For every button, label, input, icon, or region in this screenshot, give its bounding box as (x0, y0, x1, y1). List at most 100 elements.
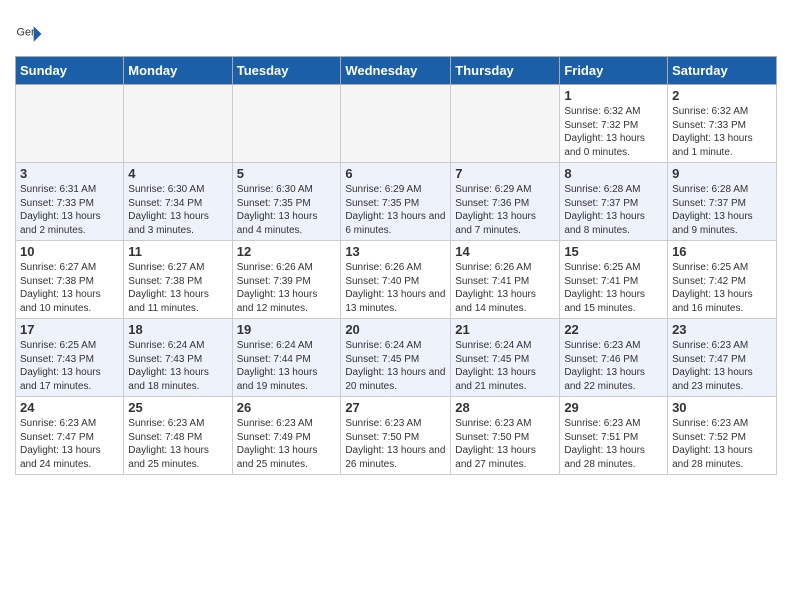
calendar-cell (16, 85, 124, 163)
day-number: 7 (455, 166, 555, 181)
day-number: 16 (672, 244, 772, 259)
day-info: Sunrise: 6:24 AM Sunset: 7:45 PM Dayligh… (345, 339, 446, 393)
day-number: 20 (345, 322, 446, 337)
weekday-header-thursday: Thursday (451, 57, 560, 85)
calendar-cell: 27 Sunrise: 6:23 AM Sunset: 7:50 PM Dayli… (341, 397, 451, 475)
day-number: 1 (564, 88, 663, 103)
calendar-week-row: 1 Sunrise: 6:32 AM Sunset: 7:32 PM Daylig… (16, 85, 777, 163)
day-info: Sunrise: 6:28 AM Sunset: 7:37 PM Dayligh… (672, 183, 772, 237)
day-info: Sunrise: 6:26 AM Sunset: 7:40 PM Dayligh… (345, 261, 446, 315)
calendar-week-row: 3Sunrise: 6:31 AM Sunset: 7:33 PM Daylig… (16, 163, 777, 241)
day-info: Sunrise: 6:26 AM Sunset: 7:39 PM Dayligh… (237, 261, 337, 315)
day-info: Sunrise: 6:23 AM Sunset: 7:50 PM Dayligh… (455, 417, 555, 471)
calendar-cell: 17 Sunrise: 6:25 AM Sunset: 7:43 PM Dayli… (16, 319, 124, 397)
calendar-cell (124, 85, 232, 163)
calendar-cell: 30Sunrise: 6:23 AM Sunset: 7:52 PM Dayli… (668, 397, 777, 475)
day-number: 9 (672, 166, 772, 181)
calendar-cell: 26 Sunrise: 6:23 AM Sunset: 7:49 PM Dayli… (232, 397, 341, 475)
day-number: 6 (345, 166, 446, 181)
day-info: Sunrise: 6:23 AM Sunset: 7:47 PM Dayligh… (20, 417, 119, 471)
calendar-cell: 18Sunrise: 6:24 AM Sunset: 7:43 PM Dayli… (124, 319, 232, 397)
day-number: 27 (345, 400, 446, 415)
day-number: 19 (237, 322, 337, 337)
day-number: 18 (128, 322, 227, 337)
day-info: Sunrise: 6:23 AM Sunset: 7:49 PM Dayligh… (237, 417, 337, 471)
day-info: Sunrise: 6:25 AM Sunset: 7:43 PM Dayligh… (20, 339, 119, 393)
calendar-cell: 5 Sunrise: 6:30 AM Sunset: 7:35 PM Daylig… (232, 163, 341, 241)
day-info: Sunrise: 6:29 AM Sunset: 7:36 PM Dayligh… (455, 183, 555, 237)
weekday-header-friday: Friday (560, 57, 668, 85)
day-number: 15 (564, 244, 663, 259)
calendar-cell: 24Sunrise: 6:23 AM Sunset: 7:47 PM Dayli… (16, 397, 124, 475)
calendar-cell: 10 Sunrise: 6:27 AM Sunset: 7:38 PM Dayli… (16, 241, 124, 319)
weekday-header-sunday: Sunday (16, 57, 124, 85)
calendar-cell: 23Sunrise: 6:23 AM Sunset: 7:47 PM Dayli… (668, 319, 777, 397)
calendar-cell: 12 Sunrise: 6:26 AM Sunset: 7:39 PM Dayli… (232, 241, 341, 319)
calendar-cell: 22 Sunrise: 6:23 AM Sunset: 7:46 PM Dayli… (560, 319, 668, 397)
calendar-cell: 8 Sunrise: 6:28 AM Sunset: 7:37 PM Daylig… (560, 163, 668, 241)
day-number: 25 (128, 400, 227, 415)
calendar-week-row: 17 Sunrise: 6:25 AM Sunset: 7:43 PM Dayli… (16, 319, 777, 397)
day-info: Sunrise: 6:30 AM Sunset: 7:34 PM Dayligh… (128, 183, 227, 237)
day-info: Sunrise: 6:23 AM Sunset: 7:46 PM Dayligh… (564, 339, 663, 393)
day-number: 30 (672, 400, 772, 415)
day-number: 13 (345, 244, 446, 259)
calendar-cell: 4 Sunrise: 6:30 AM Sunset: 7:34 PM Daylig… (124, 163, 232, 241)
weekday-header-row: SundayMondayTuesdayWednesdayThursdayFrid… (16, 57, 777, 85)
day-number: 8 (564, 166, 663, 181)
day-number: 11 (128, 244, 227, 259)
day-number: 3 (20, 166, 119, 181)
day-info: Sunrise: 6:27 AM Sunset: 7:38 PM Dayligh… (20, 261, 119, 315)
day-number: 4 (128, 166, 227, 181)
calendar-cell: 11 Sunrise: 6:27 AM Sunset: 7:38 PM Dayli… (124, 241, 232, 319)
day-info: Sunrise: 6:28 AM Sunset: 7:37 PM Dayligh… (564, 183, 663, 237)
day-number: 17 (20, 322, 119, 337)
page-header: Gen (15, 15, 777, 48)
day-number: 29 (564, 400, 663, 415)
calendar-cell: 28 Sunrise: 6:23 AM Sunset: 7:50 PM Dayli… (451, 397, 560, 475)
calendar-cell: 1 Sunrise: 6:32 AM Sunset: 7:32 PM Daylig… (560, 85, 668, 163)
calendar-week-row: 10 Sunrise: 6:27 AM Sunset: 7:38 PM Dayli… (16, 241, 777, 319)
day-info: Sunrise: 6:24 AM Sunset: 7:45 PM Dayligh… (455, 339, 555, 393)
calendar-cell: 16 Sunrise: 6:25 AM Sunset: 7:42 PM Dayli… (668, 241, 777, 319)
calendar-table: SundayMondayTuesdayWednesdayThursdayFrid… (15, 56, 777, 475)
day-info: Sunrise: 6:30 AM Sunset: 7:35 PM Dayligh… (237, 183, 337, 237)
calendar-cell: 6Sunrise: 6:29 AM Sunset: 7:35 PM Daylig… (341, 163, 451, 241)
calendar-cell: 3Sunrise: 6:31 AM Sunset: 7:33 PM Daylig… (16, 163, 124, 241)
calendar-cell: 21 Sunrise: 6:24 AM Sunset: 7:45 PM Dayli… (451, 319, 560, 397)
day-number: 5 (237, 166, 337, 181)
day-info: Sunrise: 6:32 AM Sunset: 7:32 PM Dayligh… (564, 105, 663, 159)
day-info: Sunrise: 6:23 AM Sunset: 7:47 PM Dayligh… (672, 339, 772, 393)
weekday-header-wednesday: Wednesday (341, 57, 451, 85)
day-number: 22 (564, 322, 663, 337)
day-info: Sunrise: 6:27 AM Sunset: 7:38 PM Dayligh… (128, 261, 227, 315)
day-number: 14 (455, 244, 555, 259)
calendar-cell (341, 85, 451, 163)
day-number: 21 (455, 322, 555, 337)
day-info: Sunrise: 6:24 AM Sunset: 7:44 PM Dayligh… (237, 339, 337, 393)
logo-icon: Gen (15, 20, 43, 48)
day-info: Sunrise: 6:23 AM Sunset: 7:48 PM Dayligh… (128, 417, 227, 471)
day-number: 12 (237, 244, 337, 259)
day-number: 26 (237, 400, 337, 415)
day-info: Sunrise: 6:25 AM Sunset: 7:42 PM Dayligh… (672, 261, 772, 315)
logo: Gen (15, 20, 47, 48)
calendar-cell: 19 Sunrise: 6:24 AM Sunset: 7:44 PM Dayli… (232, 319, 341, 397)
calendar-week-row: 24Sunrise: 6:23 AM Sunset: 7:47 PM Dayli… (16, 397, 777, 475)
calendar-cell: 2Sunrise: 6:32 AM Sunset: 7:33 PM Daylig… (668, 85, 777, 163)
calendar-cell: 14 Sunrise: 6:26 AM Sunset: 7:41 PM Dayli… (451, 241, 560, 319)
calendar-cell (451, 85, 560, 163)
day-info: Sunrise: 6:32 AM Sunset: 7:33 PM Dayligh… (672, 105, 772, 159)
calendar-cell (232, 85, 341, 163)
calendar-cell: 7 Sunrise: 6:29 AM Sunset: 7:36 PM Daylig… (451, 163, 560, 241)
day-info: Sunrise: 6:23 AM Sunset: 7:50 PM Dayligh… (345, 417, 446, 471)
calendar-cell: 20 Sunrise: 6:24 AM Sunset: 7:45 PM Dayli… (341, 319, 451, 397)
day-number: 10 (20, 244, 119, 259)
weekday-header-saturday: Saturday (668, 57, 777, 85)
day-info: Sunrise: 6:26 AM Sunset: 7:41 PM Dayligh… (455, 261, 555, 315)
calendar-cell: 13 Sunrise: 6:26 AM Sunset: 7:40 PM Dayli… (341, 241, 451, 319)
day-info: Sunrise: 6:25 AM Sunset: 7:41 PM Dayligh… (564, 261, 663, 315)
day-number: 28 (455, 400, 555, 415)
calendar-cell: 29Sunrise: 6:23 AM Sunset: 7:51 PM Dayli… (560, 397, 668, 475)
weekday-header-monday: Monday (124, 57, 232, 85)
